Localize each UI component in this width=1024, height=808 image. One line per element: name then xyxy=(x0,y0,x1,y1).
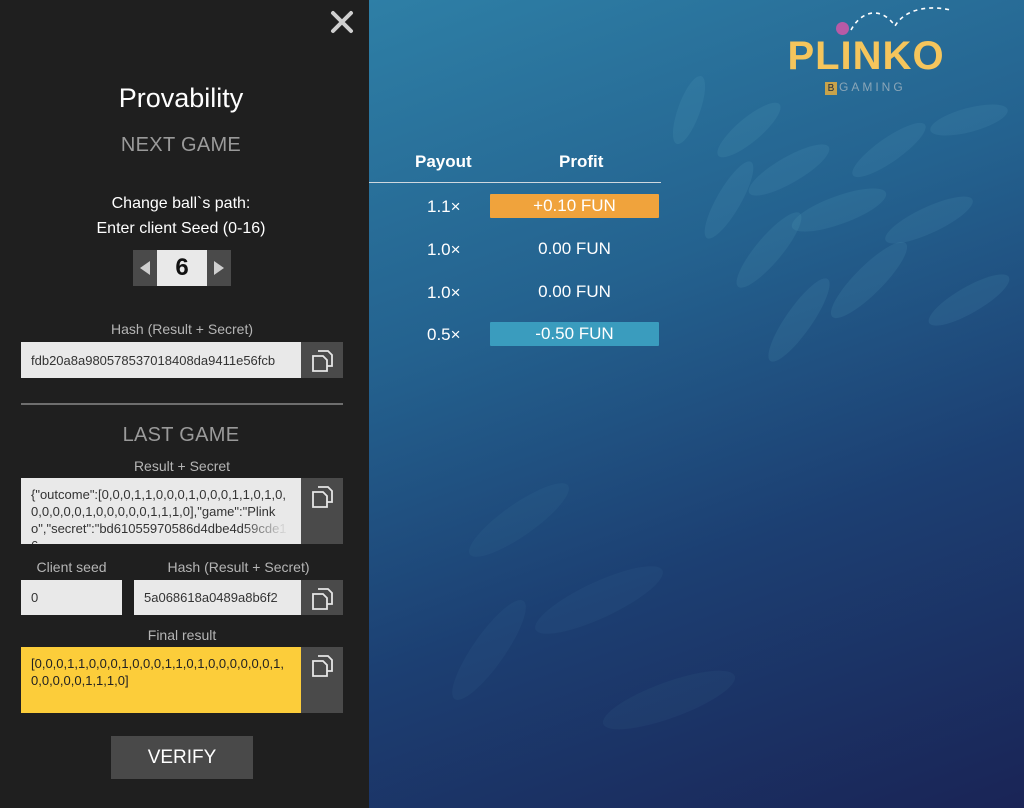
last-hash-label: Hash (Result + Secret) xyxy=(167,559,310,575)
client-seed-field[interactable]: 0 xyxy=(21,580,122,615)
payout-row: 1.0× 0.00 FUN xyxy=(369,280,669,304)
payout-multiplier: 1.0× xyxy=(427,283,461,302)
brand-name: GAMING xyxy=(839,80,906,94)
logo-title: PLINKO xyxy=(787,34,945,78)
payout-profit: -0.50 FUN xyxy=(490,322,659,346)
last-hash-field[interactable]: 5a068618a0489a8b6f2 xyxy=(134,580,301,615)
payout-row: 0.5× -0.50 FUN xyxy=(369,322,669,346)
profit-header: Profit xyxy=(559,152,604,171)
client-seed-stepper: 6 xyxy=(133,250,231,286)
triangle-right-icon xyxy=(214,261,224,275)
logo-brand: B GAMING xyxy=(825,80,906,95)
final-result-label: Final result xyxy=(147,627,217,643)
client-seed-label: Client seed xyxy=(36,559,107,575)
seed-instruction-line1: Change ball`s path: xyxy=(111,195,251,212)
field-fade xyxy=(273,342,301,378)
copy-next-hash-button[interactable] xyxy=(301,342,343,378)
payout-multiplier: 1.0× xyxy=(427,240,461,259)
triangle-left-icon xyxy=(140,261,150,275)
copy-last-hash-button[interactable] xyxy=(301,580,343,615)
seed-decrement-button[interactable] xyxy=(133,250,157,286)
game-area: PLINKO B GAMING Payout Profit 1.1× +0.10 … xyxy=(369,0,1024,808)
copy-icon xyxy=(312,486,333,508)
last-hash-value: 5a068618a0489a8b6f2 xyxy=(144,590,278,605)
next-hash-value: fdb20a8a980578537018408da9411e56fcb xyxy=(31,352,276,368)
payout-row: 1.0× 0.00 FUN xyxy=(369,237,669,261)
payout-multiplier: 0.5× xyxy=(427,325,461,344)
next-hash-label: Hash (Result + Secret) xyxy=(111,321,253,337)
final-result-value: [0,0,0,1,1,0,0,0,1,0,0,0,1,1,0,1,0,0,0,0… xyxy=(31,656,284,688)
close-icon xyxy=(331,11,353,33)
field-fade xyxy=(273,580,301,615)
payout-table-divider xyxy=(369,182,661,183)
field-fade xyxy=(241,520,301,544)
next-game-title: NEXT GAME xyxy=(120,134,242,156)
payout-header: Payout xyxy=(415,152,472,171)
close-button[interactable] xyxy=(328,8,356,36)
next-hash-field[interactable]: fdb20a8a980578537018408da9411e56fcb xyxy=(21,342,301,378)
result-secret-field[interactable]: {"outcome":[0,0,0,1,1,0,0,0,1,0,0,0,1,1,… xyxy=(21,478,301,544)
provability-panel: Provability NEXT GAME Change ball`s path… xyxy=(0,0,369,808)
plinko-logo: PLINKO B GAMING xyxy=(781,4,971,96)
payout-row: 1.1× +0.10 FUN xyxy=(369,194,669,218)
copy-icon xyxy=(312,588,333,610)
background-pattern xyxy=(452,75,1010,730)
panel-title: Provability xyxy=(118,83,244,113)
copy-icon xyxy=(312,350,333,372)
payout-profit: +0.10 FUN xyxy=(490,194,659,218)
final-result-field[interactable]: [0,0,0,1,1,0,0,0,1,0,0,0,1,1,0,1,0,0,0,0… xyxy=(21,647,301,713)
payout-multiplier: 1.1× xyxy=(427,197,461,216)
copy-result-secret-button[interactable] xyxy=(301,478,343,544)
copy-icon xyxy=(312,655,333,677)
copy-final-result-button[interactable] xyxy=(301,647,343,713)
result-secret-label: Result + Secret xyxy=(133,458,231,474)
brand-initial: B xyxy=(825,82,837,95)
seed-increment-button[interactable] xyxy=(207,250,231,286)
client-seed-value[interactable]: 6 xyxy=(157,250,207,286)
payout-profit: 0.00 FUN xyxy=(538,282,611,301)
seed-instruction-line2: Enter client Seed (0-16) xyxy=(96,220,266,237)
client-seed-field-value: 0 xyxy=(31,590,39,605)
section-divider xyxy=(21,403,343,405)
last-game-title: LAST GAME xyxy=(122,424,240,446)
verify-button[interactable]: VERIFY xyxy=(111,736,253,779)
payout-profit: 0.00 FUN xyxy=(538,239,611,258)
